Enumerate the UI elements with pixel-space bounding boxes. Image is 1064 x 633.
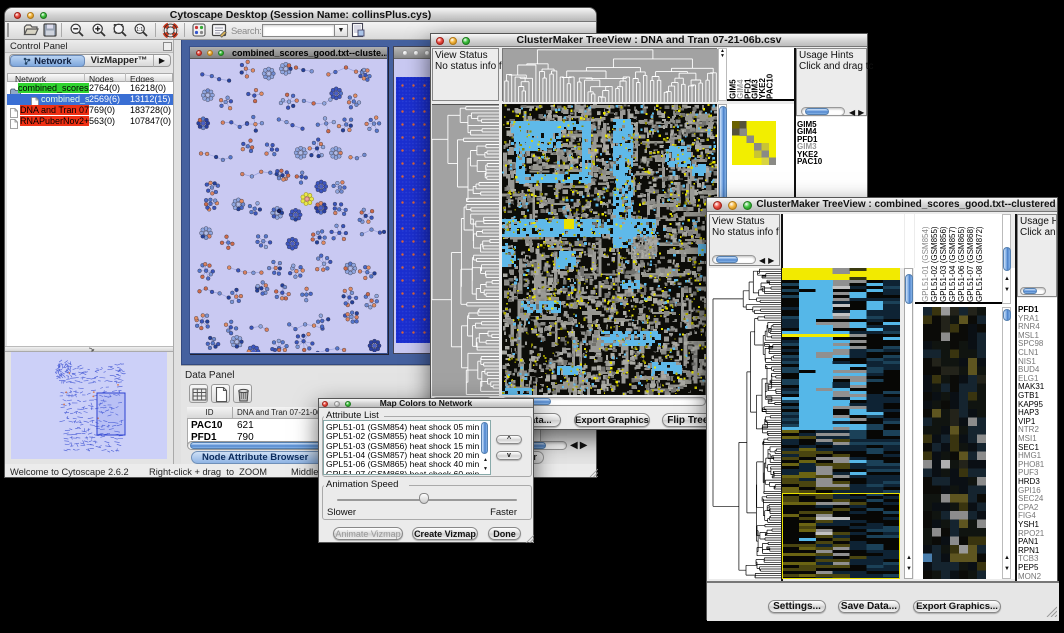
svg-text:PAC10: PAC10: [766, 73, 775, 99]
svg-text:GPL51-03 (GSM856): GPL51-03 (GSM856): [939, 226, 948, 302]
svg-text:GPL51-07 (GSM868): GPL51-07 (GSM868): [966, 226, 975, 302]
svg-text:GPL51-02 (GSM855): GPL51-02 (GSM855): [930, 226, 939, 302]
svg-text:GPL51-08 (GSM872): GPL51-08 (GSM872): [975, 226, 984, 302]
svg-text:1:1: 1:1: [136, 27, 143, 33]
svg-text:GPL51-06 (GSM865): GPL51-06 (GSM865): [957, 226, 966, 302]
svg-text:GPL51-01 (GSM854): GPL51-01 (GSM854): [921, 226, 930, 302]
svg-text:GPL51-04 (GSM857): GPL51-04 (GSM857): [948, 226, 957, 302]
